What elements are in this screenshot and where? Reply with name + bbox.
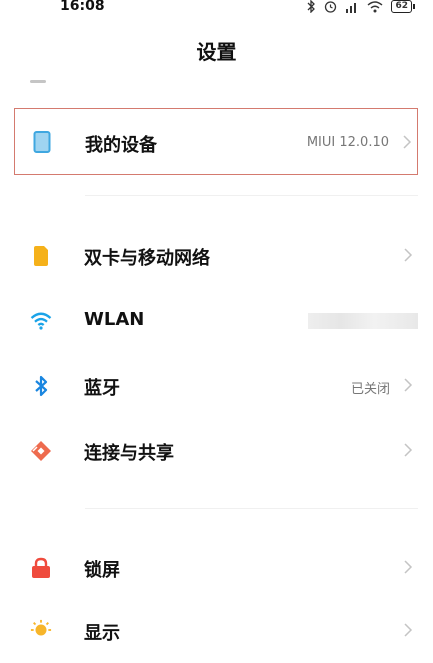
setting-value: 已关闭 <box>350 382 390 397</box>
lock-icon <box>30 557 52 579</box>
status-bar: 16:08 62 <box>0 0 433 20</box>
phone-device-icon <box>31 131 53 153</box>
battery-level: 62 <box>391 0 412 13</box>
chevron-right-icon <box>403 135 412 149</box>
scrolled-out-row <box>30 68 430 86</box>
setting-value: MIUI 12.0.10 <box>306 135 389 150</box>
wifi-network-name-redacted <box>308 313 418 329</box>
brightness-icon <box>30 619 52 641</box>
setting-label: WLAN <box>84 309 145 330</box>
chevron-right-icon <box>404 443 413 457</box>
page-title: 设置 <box>196 40 237 64</box>
status-icons: 62 <box>306 0 415 13</box>
setting-label: 蓝牙 <box>84 378 120 399</box>
alarm-icon <box>325 1 337 13</box>
section-divider <box>85 508 418 509</box>
wifi-icon <box>368 0 383 12</box>
chevron-right-icon <box>404 248 413 262</box>
setting-connection-sharing[interactable]: 连接与共享 <box>14 421 418 481</box>
chevron-right-icon <box>404 560 413 574</box>
setting-dual-sim-mobile-network[interactable]: 双卡与移动网络 <box>14 226 418 286</box>
setting-label: 连接与共享 <box>84 443 174 464</box>
setting-label: 我的设备 <box>85 135 157 156</box>
setting-bluetooth[interactable]: 蓝牙 已关闭 <box>14 356 418 416</box>
setting-label: 双卡与移动网络 <box>84 248 210 269</box>
status-time: 16:08 <box>60 0 105 14</box>
wifi-icon <box>30 310 52 332</box>
chevron-right-icon <box>404 378 413 392</box>
signal-icon <box>346 2 357 13</box>
bluetooth-icon <box>308 0 316 13</box>
battery-icon: 62 <box>391 0 415 13</box>
setting-wlan[interactable]: WLAN <box>14 291 418 351</box>
connection-share-icon <box>30 440 52 462</box>
setting-label: 显示 <box>84 623 120 644</box>
bluetooth-icon <box>30 375 52 397</box>
setting-lock-screen[interactable]: 锁屏 <box>14 538 418 598</box>
sim-card-icon <box>30 245 52 267</box>
section-divider <box>85 195 418 196</box>
setting-display[interactable]: 显示 <box>14 603 418 663</box>
setting-my-device[interactable]: 我的设备 MIUI 12.0.10 <box>14 108 418 175</box>
chevron-right-icon <box>404 623 413 637</box>
setting-label: 锁屏 <box>84 560 120 581</box>
